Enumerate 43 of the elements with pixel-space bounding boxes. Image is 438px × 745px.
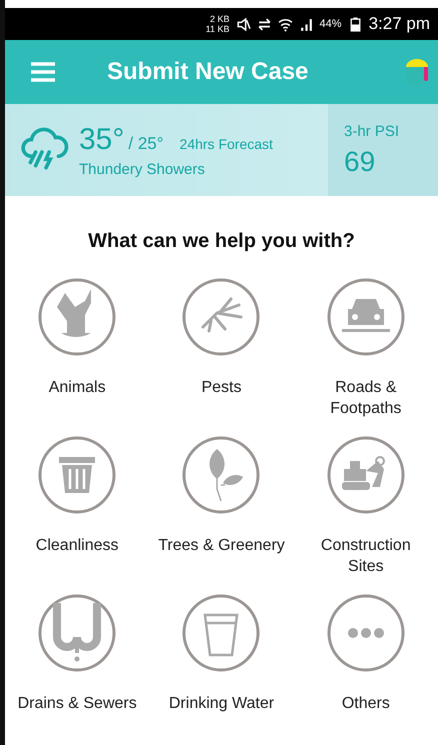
low-temperature: / 25°: [128, 134, 164, 154]
category-label: Animals: [48, 378, 106, 398]
battery-icon: [348, 16, 363, 32]
category-tile[interactable]: Pests: [149, 277, 294, 419]
category-label: Cleanliness: [36, 536, 119, 556]
category-tile[interactable]: Cleanliness: [5, 435, 150, 577]
signal-icon: [298, 16, 314, 32]
category-tile[interactable]: Roads & Footpaths: [294, 277, 438, 419]
category-tile[interactable]: Others: [294, 593, 438, 735]
leaf-icon: [181, 435, 262, 515]
category-tile[interactable]: Drains & Sewers: [5, 593, 150, 735]
category-tile[interactable]: Construction Sites: [294, 435, 438, 577]
upload-speed: 2 KB: [210, 14, 230, 24]
data-transfer-icon: [256, 16, 272, 32]
wifi-icon: [278, 16, 293, 32]
category-tile[interactable]: Animals: [5, 277, 150, 419]
category-label: Trees & Greenery: [158, 536, 285, 556]
battery-percent: 44%: [320, 18, 342, 30]
more-icon: [326, 593, 406, 673]
pipe-icon: [37, 593, 118, 673]
category-label: Construction Sites: [320, 536, 411, 577]
category-label: Roads & Footpaths: [330, 378, 402, 419]
forecast-label: 24hrs Forecast: [180, 136, 273, 152]
mute-icon: [236, 16, 251, 32]
clock: 3:27 pm: [368, 14, 430, 34]
category-label: Drains & Sewers: [18, 694, 137, 714]
weather-condition: Thundery Showers: [79, 160, 206, 178]
excavator-icon: [326, 435, 406, 515]
category-tile[interactable]: Drinking Water: [149, 593, 294, 735]
psi-value: 69: [344, 146, 376, 178]
category-tile[interactable]: Trees & Greenery: [149, 435, 294, 577]
download-speed: 11 KB: [206, 24, 230, 34]
category-label: Pests: [201, 378, 242, 398]
app-title: Submit New Case: [107, 58, 310, 86]
trash-bin-icon: [37, 435, 118, 515]
psi-label: 3-hr PSI: [344, 122, 400, 140]
section-heading: What can we help you with?: [87, 230, 356, 253]
category-label: Others: [342, 694, 390, 714]
menu-icon[interactable]: [29, 61, 57, 83]
glass-icon: [181, 593, 262, 673]
car-icon: [326, 277, 406, 357]
high-temperature: 35°: [79, 122, 124, 156]
category-label: Drinking Water: [168, 694, 274, 714]
